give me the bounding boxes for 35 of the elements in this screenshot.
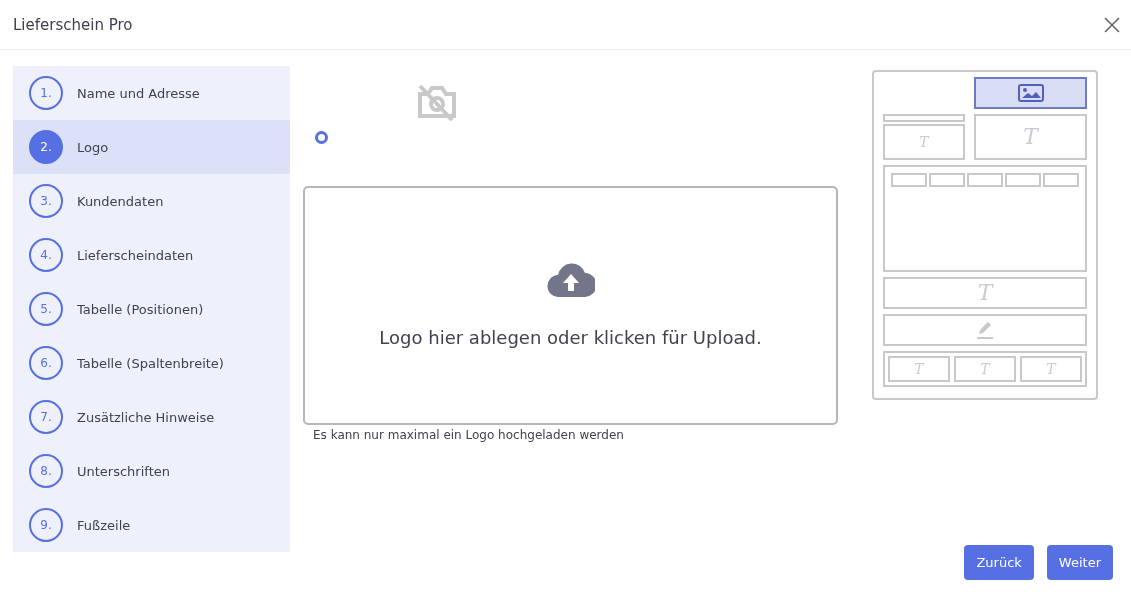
- back-button[interactable]: Zurück: [964, 545, 1034, 580]
- step-item[interactable]: 7. Zusätzliche Hinweise: [13, 390, 290, 444]
- upload-dropzone[interactable]: Logo hier ablegen oder klicken für Upload.: [303, 186, 838, 425]
- radio-button[interactable]: [315, 130, 328, 144]
- next-button[interactable]: Weiter: [1046, 545, 1113, 580]
- window-title: Lieferschein Pro: [13, 15, 133, 34]
- step-item[interactable]: 5. Tabelle (Positionen): [13, 282, 290, 336]
- step-number: 6.: [29, 346, 63, 380]
- step-number: 4.: [29, 238, 63, 272]
- dropzone-text: Logo hier ablegen oder klicken für Upload.: [379, 327, 762, 348]
- table-header-slot: [891, 173, 927, 187]
- step-item[interactable]: 2. Logo: [13, 120, 290, 174]
- step-number: 5.: [29, 292, 63, 326]
- table-header-slot: [1005, 173, 1041, 187]
- step-item[interactable]: 6. Tabelle (Spaltenbreite): [13, 336, 290, 390]
- step-number: 8.: [29, 454, 63, 488]
- step-item[interactable]: 1. Name und Adresse: [13, 66, 290, 120]
- step-item[interactable]: 3. Kundendaten: [13, 174, 290, 228]
- pencil-icon: [976, 320, 994, 340]
- hint-text: Es kann nur maximal ein Logo hochgeladen werden: [312, 427, 625, 444]
- table-header-slot: [967, 173, 1003, 187]
- step-item[interactable]: 8. Unterschriften: [13, 444, 290, 498]
- step-number: 9.: [29, 508, 63, 542]
- close-icon[interactable]: [1104, 16, 1120, 33]
- step-number: 2.: [29, 130, 63, 164]
- step-item[interactable]: 4. Lieferscheindaten: [13, 228, 290, 282]
- step-number: 1.: [29, 76, 63, 110]
- table-header-slot: [929, 173, 965, 187]
- cloud-upload-icon: [546, 263, 595, 297]
- step-number: 3.: [29, 184, 63, 218]
- step-item[interactable]: 9. Fußzeile: [13, 498, 290, 552]
- image-icon: [1017, 84, 1044, 102]
- table-header-slot: [1043, 173, 1079, 187]
- camera-off-icon: [416, 82, 458, 122]
- step-number: 7.: [29, 400, 63, 434]
